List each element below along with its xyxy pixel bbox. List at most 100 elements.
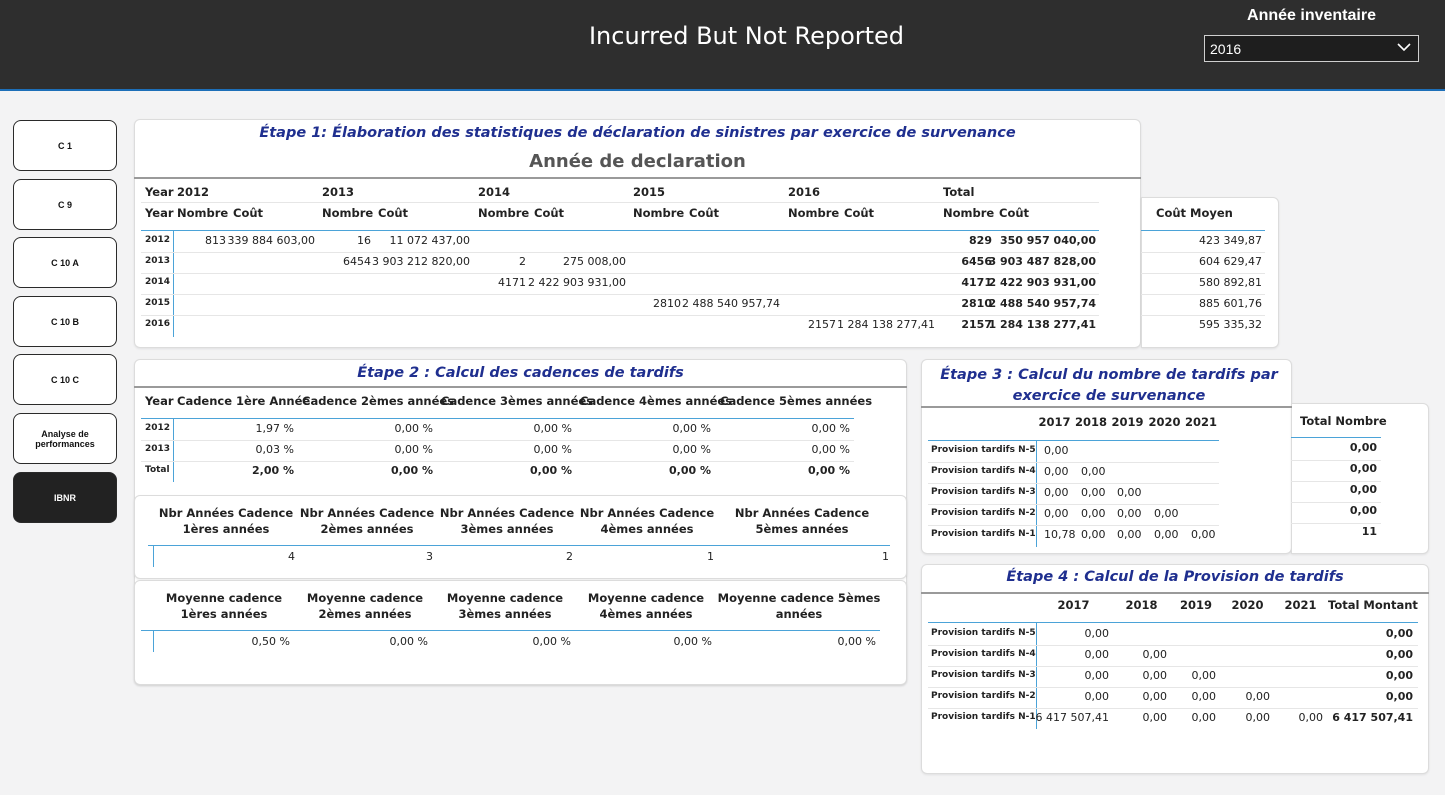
- cout-moyen-cell: 580 892,81: [1199, 276, 1262, 289]
- total-nombre-header: Total Nombre: [1300, 414, 1387, 428]
- nav-button-c10b[interactable]: C 10 B: [13, 296, 117, 347]
- nombre-header: Nombre: [633, 206, 685, 220]
- nbr-annees-value: 1: [882, 550, 889, 563]
- header-separator: [141, 202, 1099, 203]
- nbr-row-rule: [153, 545, 154, 567]
- nav-button-c9[interactable]: C 9: [13, 179, 117, 230]
- row-separator: [928, 687, 1418, 688]
- etape1-subtitle: Année de declaration: [529, 151, 746, 172]
- nombre-header: Nombre: [478, 206, 530, 220]
- total-nombre-cell: 0,00: [1349, 441, 1377, 454]
- year-header: 2020: [1231, 598, 1264, 612]
- row-separator: [1291, 502, 1381, 503]
- row-separator: [1141, 315, 1265, 316]
- header-rule: [928, 622, 1418, 623]
- total-cout-cell: 3 903 487 828,00: [988, 255, 1096, 268]
- moyenne-cadence-header: Moyenne cadence 1ères années: [165, 591, 283, 621]
- cout-moyen-rule: [1141, 230, 1265, 231]
- nombre-tardifs-cell: 0,00: [1081, 465, 1106, 478]
- total-nombre-cell: 0,00: [1349, 504, 1377, 517]
- etape2-divider: [134, 386, 907, 388]
- cout-header: Coût: [999, 206, 1030, 220]
- nbr-annees-value: 1: [707, 550, 714, 563]
- row-separator: [141, 273, 1099, 274]
- row-year-label: 2012: [145, 235, 171, 245]
- year-filter-dropdown[interactable]: 2016: [1204, 35, 1419, 62]
- row-separator: [928, 504, 1219, 505]
- cadence-cell: 0,00 %: [394, 443, 433, 456]
- moyenne-cadence-value: 0,00 %: [389, 635, 428, 648]
- cout-header: Coût: [233, 206, 264, 220]
- provision-cell: 0,00: [1298, 711, 1324, 724]
- year-group-header: 2014: [478, 185, 511, 199]
- nombre-tardifs-cell: 0,00: [1081, 528, 1106, 541]
- cadence-cell: 0,03 %: [255, 443, 294, 456]
- row-separator: [928, 666, 1418, 667]
- year-group-header: 2015: [633, 185, 666, 199]
- row-header-rule: [1036, 440, 1037, 547]
- row-separator: [1291, 460, 1381, 461]
- nbr-annees-value: 3: [426, 550, 433, 563]
- cadence-cell: 2,00 %: [252, 464, 294, 477]
- cout-moyen-cell: 885 601,76: [1199, 297, 1262, 310]
- cadence-header: Cadence 5èmes années: [720, 394, 873, 408]
- moyenne-cadence-value: 0,00 %: [673, 635, 712, 648]
- row-separator: [928, 483, 1219, 484]
- nbr-annees-value: 4: [288, 550, 295, 563]
- year-group-header: 2012: [177, 185, 210, 199]
- year-filter-label: Année inventaire: [1247, 7, 1376, 24]
- nav-button-c1[interactable]: C 1: [13, 120, 117, 171]
- total-montant-cell: 0,00: [1385, 669, 1413, 682]
- nombre-tardifs-cell: 0,00: [1044, 486, 1069, 499]
- cout-cell: 11 072 437,00: [389, 234, 470, 247]
- nombre-header: Nombre: [943, 206, 995, 220]
- row-separator: [928, 645, 1418, 646]
- moyenne-cadence-header: Moyenne cadence 2èmes années: [306, 591, 424, 621]
- year-group-header: 2016: [788, 185, 821, 199]
- provision-cell: 0,00: [1191, 669, 1217, 682]
- nombre-header: Nombre: [177, 206, 229, 220]
- cout-cell: 339 884 603,00: [227, 234, 315, 247]
- total-header-rule: [1291, 437, 1381, 438]
- nombre-tardifs-cell: 0,00: [1117, 507, 1142, 520]
- moyenne-cadence-header: Moyenne cadence 3èmes années: [446, 591, 564, 621]
- total-nombre-cell: 0,00: [1349, 483, 1377, 496]
- cout-header: Coût: [689, 206, 720, 220]
- nombre-tardifs-cell: 0,00: [1154, 507, 1179, 520]
- year-header: 2017: [1038, 415, 1071, 429]
- cout-cell: 1 284 138 277,41: [837, 318, 935, 331]
- cadence-cell: 0,00 %: [394, 422, 433, 435]
- row-separator: [928, 708, 1418, 709]
- nav-button-analyse-performances[interactable]: Analyse de performances: [13, 413, 117, 464]
- nbr-annees-header: Nbr Années Cadence 1ères années: [158, 506, 294, 536]
- row-year-label: 2015: [145, 298, 171, 308]
- cout-cell: 3 903 212 820,00: [372, 255, 470, 268]
- year-header: 2018: [1125, 598, 1158, 612]
- nav-button-c10a[interactable]: C 10 A: [13, 237, 117, 288]
- nav-button-c10c[interactable]: C 10 C: [13, 354, 117, 405]
- cout-cell: 2 422 903 931,00: [528, 276, 626, 289]
- row-header-rule: [173, 418, 174, 482]
- row-year-label: 2014: [145, 277, 171, 287]
- etape3-divider: [921, 406, 1292, 408]
- year-header: 2019: [1111, 415, 1144, 429]
- cout-moyen-header: Coût Moyen: [1156, 206, 1233, 220]
- year-header: 2019: [1179, 598, 1212, 612]
- nombre-tardifs-cell: 0,00: [1044, 507, 1069, 520]
- row-year-label: 2012: [145, 423, 171, 433]
- row-separator: [141, 461, 854, 462]
- nombre-tardifs-cell: 0,00: [1081, 486, 1106, 499]
- nombre-tardifs-cell: 0,00: [1081, 507, 1106, 520]
- total-montant-cell: 0,00: [1385, 690, 1413, 703]
- year-header: Year: [145, 206, 174, 220]
- chevron-down-icon: [1397, 43, 1411, 52]
- nbr-annees-header: Nbr Années Cadence 5èmes années: [734, 506, 870, 536]
- provision-cell: 0,00: [1245, 690, 1271, 703]
- moyenne-cadence-value: 0,50 %: [251, 635, 290, 648]
- moyenne-cadence-value: 0,00 %: [532, 635, 571, 648]
- cadence-cell: 0,00 %: [811, 422, 850, 435]
- nav-button-ibnr[interactable]: IBNR: [13, 472, 117, 523]
- provision-label: Provision tardifs N-4: [931, 466, 1036, 476]
- etape4-divider: [921, 592, 1429, 594]
- nbr-header-rule: [148, 545, 890, 546]
